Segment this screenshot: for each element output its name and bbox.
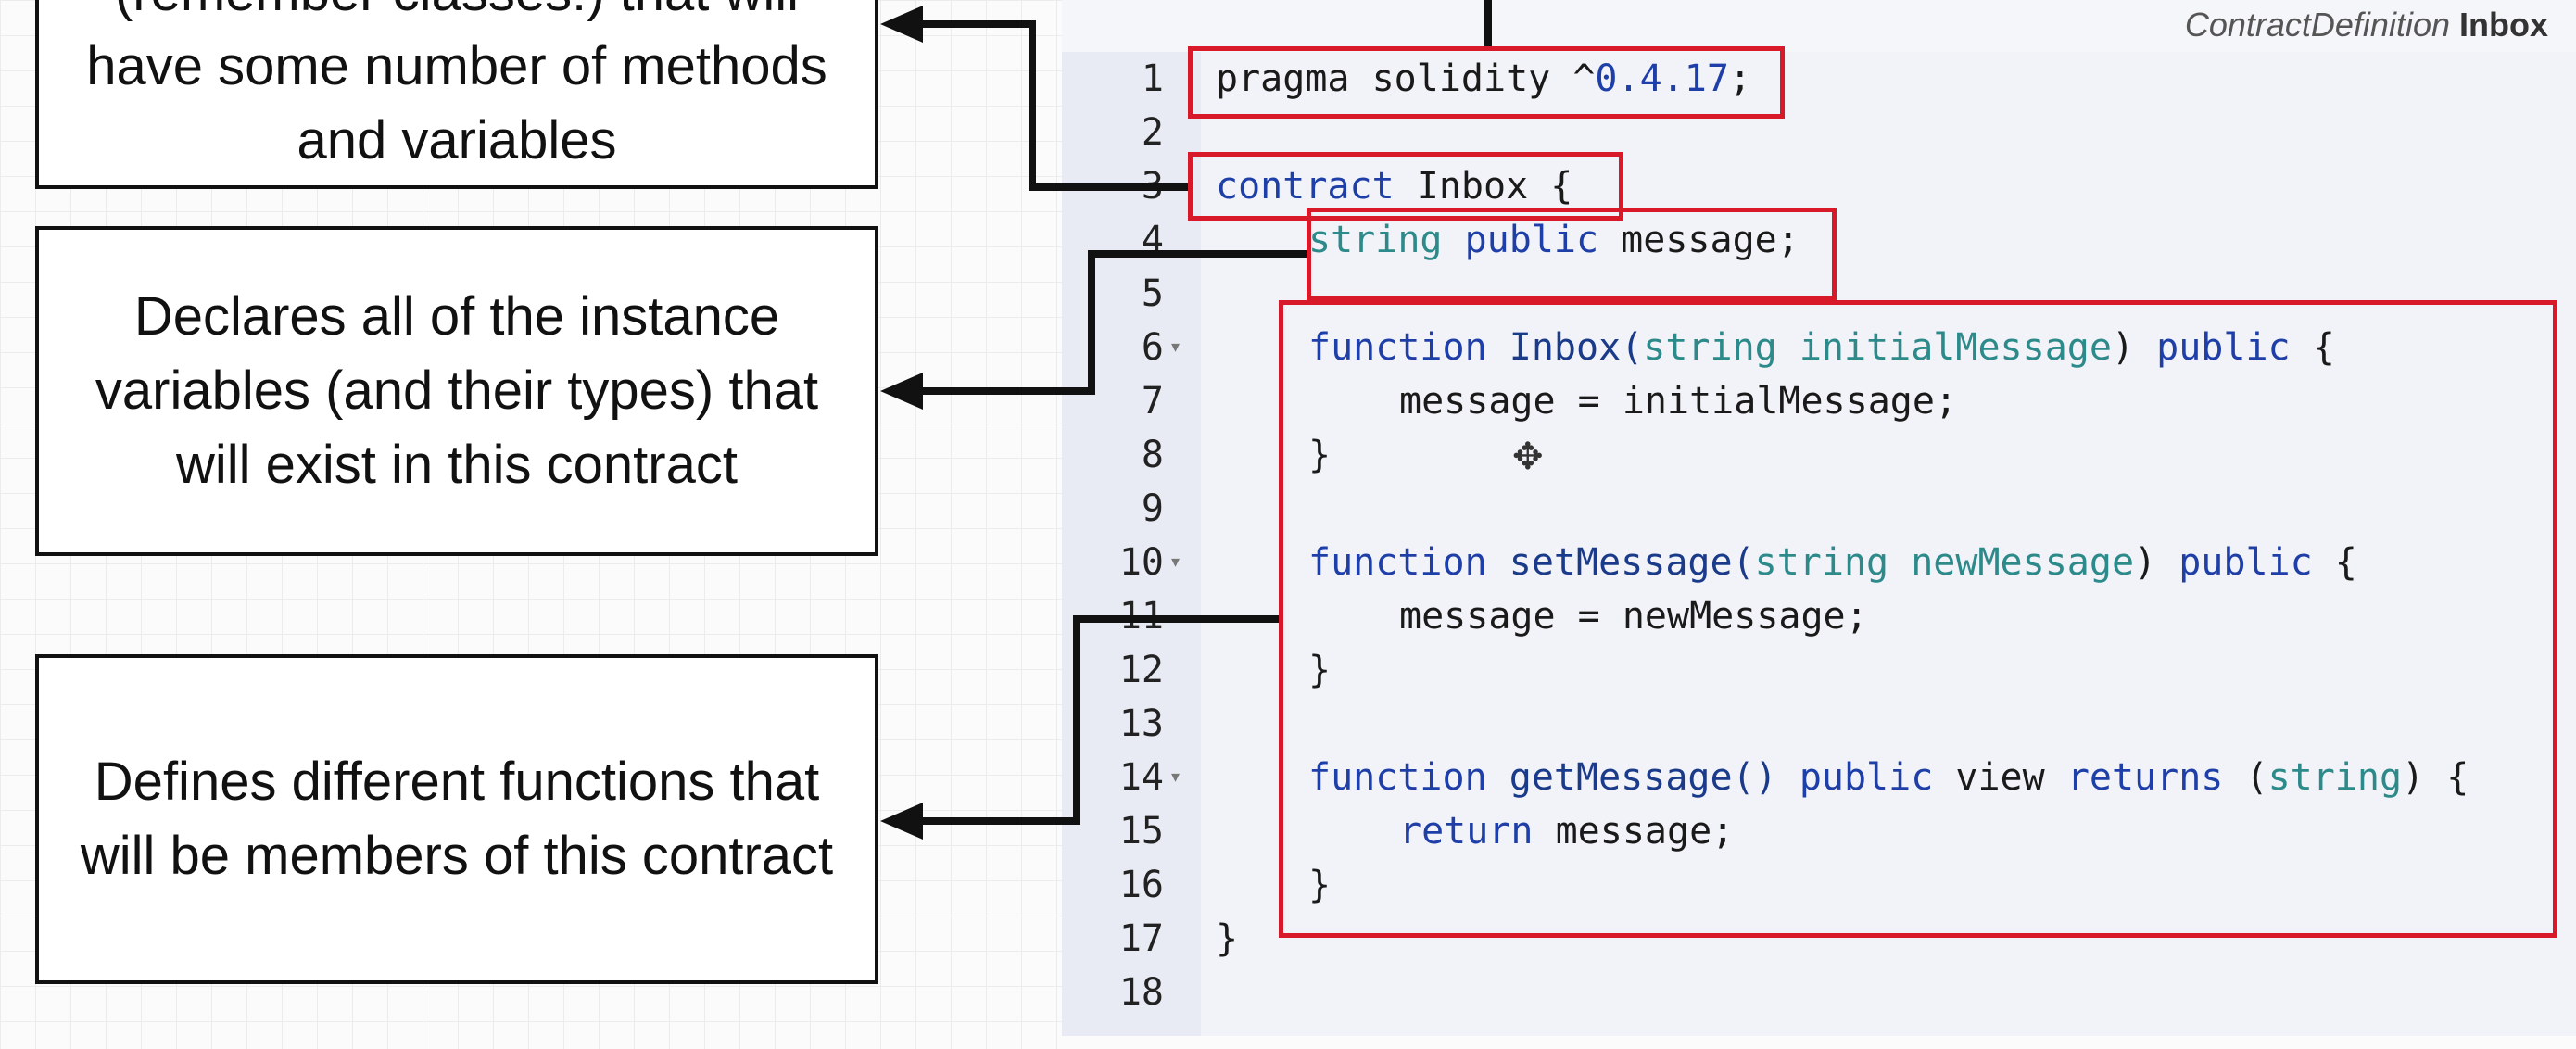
arrow-to-functions-callout [890,615,1279,825]
arrow-to-class-callout [890,20,1188,191]
callout-contract-text: (remember classes!) that will have some … [86,0,827,171]
arrow-to-variables-callout [890,250,1307,395]
arrowhead-class [880,6,923,43]
arrowhead-functions [880,803,923,840]
callout-functions: Defines different functions that will be… [35,654,878,984]
callout-functions-text: Defines different functions that will be… [80,752,834,886]
callout-instance-variables: Declares all of the instance variables (… [35,226,878,556]
callout-variables-text: Declares all of the instance variables (… [95,286,819,495]
callout-contract-definition: (remember classes!) that will have some … [35,0,878,189]
arrowhead-variables [880,373,923,410]
